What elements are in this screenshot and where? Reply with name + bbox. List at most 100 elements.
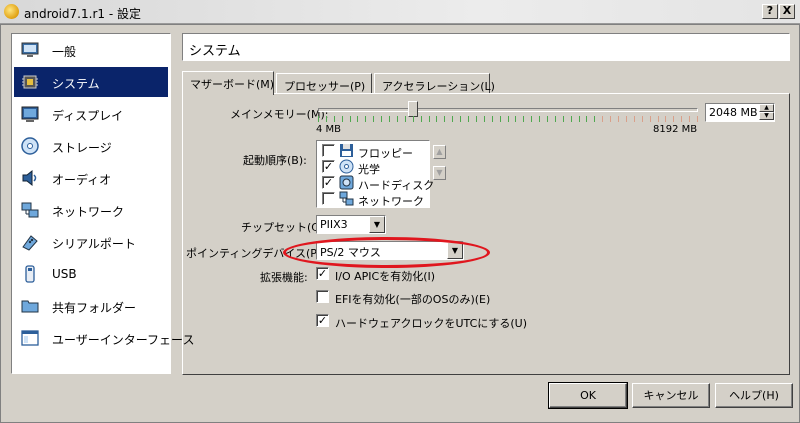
boot-item-label: ネットワーク [358,195,424,208]
slider-tick [681,116,682,122]
memory-slider-track[interactable] [318,108,698,112]
slider-tick [618,116,619,122]
boot-item-network[interactable]: ネットワーク [320,191,428,208]
window-title: android7.1.r1 - 設定 [24,7,141,21]
tab-processor[interactable]: プロセッサー(P) [276,73,372,94]
slider-tick [405,116,406,122]
window-icon [21,330,39,346]
ioapic-label: I/O APICを有効化(I) [335,270,436,283]
sidebar-item-display[interactable]: ディスプレイ [14,99,168,129]
slider-tick [650,116,651,122]
slider-tick [421,116,422,122]
slider-tick [484,116,485,122]
slider-tick [626,116,627,122]
slider-tick [642,116,643,122]
extended-features-label: 拡張機能: [260,271,308,284]
network-icon [21,202,39,218]
memory-label: メインメモリー(M): [230,108,329,121]
folder-icon [21,300,39,313]
utc-clock-label: ハードウェアクロックをUTCにする(U) [335,317,527,330]
slider-tick [547,116,548,122]
slider-tick [429,116,430,122]
slider-tick [476,116,477,122]
help-title-button[interactable]: ? [762,4,778,19]
chipset-value: PIIX3 [320,218,348,231]
slider-tick [697,116,698,122]
slider-tick [658,116,659,122]
tab-motherboard[interactable]: マザーボード(M) [182,71,274,95]
boot-checkbox[interactable]: ✓ [322,160,335,173]
sidebar-item-audio[interactable]: オーディオ [14,163,168,193]
boot-checkbox[interactable]: ✓ [322,176,335,189]
slider-tick [602,116,603,122]
memory-slider-ticks [318,116,698,122]
boot-checkbox[interactable] [322,192,335,205]
slider-tick [539,116,540,122]
ioapic-checkbox[interactable]: ✓ [316,267,329,280]
sidebar-item-network[interactable]: ネットワーク [14,195,168,225]
page-title: システム [189,44,241,59]
utc-clock-checkbox[interactable]: ✓ [316,314,329,327]
boot-item-hard-disk[interactable]: ✓ ハードディスク [320,175,434,192]
slider-tick [610,116,611,122]
slider-tick [468,116,469,122]
slider-tick [571,116,572,122]
slider-tick [334,116,335,122]
chipset-select[interactable]: PIIX3 ▼ [316,215,386,234]
network-icon [339,191,354,206]
memory-spin-down-button[interactable]: ▼ [759,112,774,120]
cancel-button[interactable]: キャンセル [632,383,710,408]
hard-disk-icon [339,175,354,190]
slider-tick [594,116,595,122]
help-button[interactable]: ヘルプ(H) [715,383,793,408]
close-title-button[interactable]: X [779,4,795,19]
slider-tick [508,116,509,122]
sidebar-item-label: 一般 [52,45,77,59]
boot-order-list: フロッピー ✓ 光学 ✓ ハードディスク ネットワーク [316,140,434,208]
display-icon [21,106,39,122]
slider-tick [389,116,390,122]
slider-tick [515,116,516,122]
slider-tick [413,116,414,122]
slider-tick [444,116,445,122]
efi-checkbox[interactable] [316,290,329,303]
chevron-down-icon[interactable]: ▼ [369,216,385,233]
boot-move-up-button[interactable]: ▲ [433,145,446,159]
title-bar: android7.1.r1 - 設定 ? X [0,0,800,24]
sidebar-item-label: シリアルポート [52,237,136,251]
boot-item-floppy[interactable]: フロッピー [320,143,428,160]
sidebar-item-label: ディスプレイ [52,109,124,123]
sidebar-item-serial-port[interactable]: シリアルポート [14,227,168,257]
sidebar-item-label: ネットワーク [52,205,125,219]
slider-tick [665,116,666,122]
slider-tick [350,116,351,122]
sidebar-item-usb[interactable]: USB [14,259,168,289]
boot-item-optical[interactable]: ✓ 光学 [320,159,428,176]
speaker-icon [22,169,37,187]
slider-tick [357,116,358,122]
slider-tick [452,116,453,122]
sidebar-item-shared-folders[interactable]: 共有フォルダー [14,291,168,321]
memory-min-label: 4 MB [316,124,342,135]
sidebar-item-label: オーディオ [52,173,112,187]
chip-icon [22,75,38,89]
boot-move-down-button[interactable]: ▼ [433,166,446,180]
memory-spinbox[interactable]: 2048 MB ▲ ▼ [705,103,775,122]
sidebar-item-storage[interactable]: ストレージ [14,131,168,161]
tab-acceleration[interactable]: アクセラレーション(L) [374,73,495,94]
boot-checkbox[interactable] [322,144,335,157]
tab-label: プロセッサー(P) [284,80,366,93]
memory-spin-up-button[interactable]: ▲ [759,104,774,112]
floppy-icon [340,144,353,157]
slider-tick [373,116,374,122]
memory-slider-thumb[interactable] [408,101,418,117]
slider-tick [460,116,461,122]
ok-button[interactable]: OK [548,382,628,409]
slider-tick [523,116,524,122]
sidebar-item-general[interactable]: 一般 [14,35,168,65]
slider-tick [381,116,382,122]
sidebar-item-label: システム [52,77,100,91]
slider-tick [342,116,343,122]
sidebar-item-user-interface[interactable]: ユーザーインターフェース [14,323,194,353]
sidebar-item-system[interactable]: システム [14,67,168,97]
